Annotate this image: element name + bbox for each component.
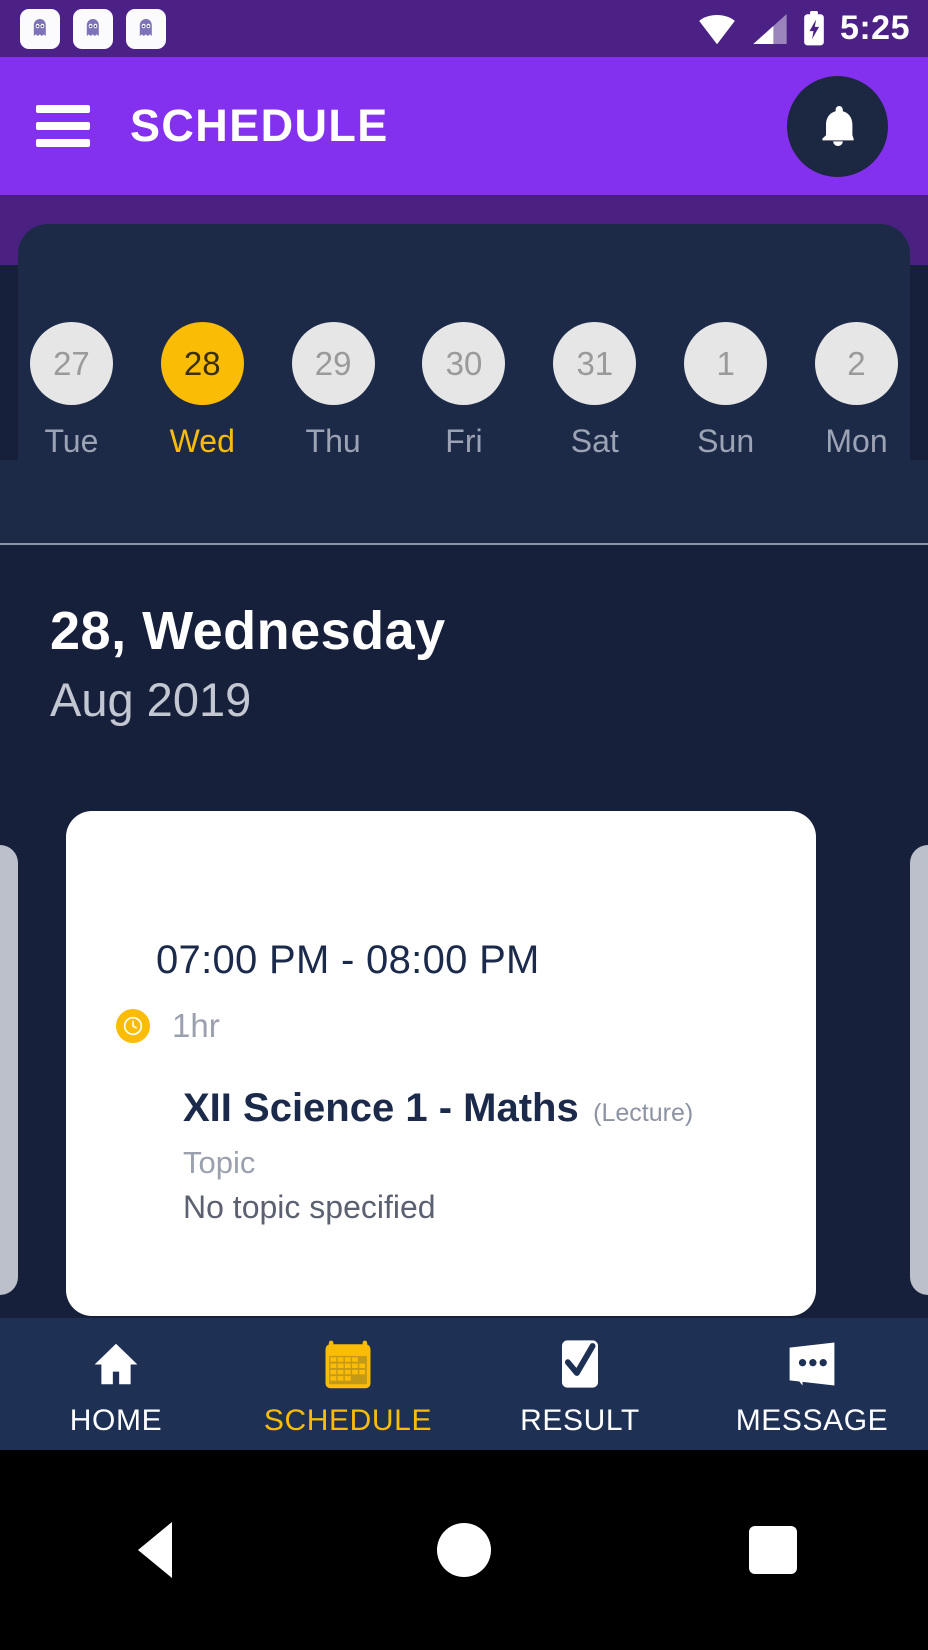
calendar-day-number: 30 <box>422 322 506 405</box>
recents-square-icon[interactable] <box>713 1505 833 1595</box>
calendar-day-weekday: Thu <box>305 423 361 459</box>
calendar-day-weekday: Fri <box>445 423 483 459</box>
event-topic-value: No topic specified <box>183 1189 436 1225</box>
calendar-day-weekday: Sat <box>570 423 619 459</box>
hamburger-menu-icon[interactable] <box>36 96 90 156</box>
next-event-card-peek[interactable] <box>910 845 928 1295</box>
nav-item-schedule[interactable]: SCHEDULE <box>232 1318 464 1450</box>
app-ghost-icon <box>73 8 113 49</box>
event-duration-row: 1hr <box>116 1007 220 1045</box>
nav-label-result: RESULT <box>520 1404 640 1437</box>
calendar-strip-panel-extension <box>0 460 928 544</box>
calendar-day-item[interactable]: 1 Sun <box>666 322 786 460</box>
home-icon <box>89 1336 143 1392</box>
app-ghost-icon <box>126 8 166 49</box>
clock-icon <box>116 1009 150 1043</box>
calendar-day-weekday: Mon <box>825 423 888 459</box>
calendar-icon <box>323 1336 373 1392</box>
status-indicators: 5:25 <box>696 9 910 48</box>
android-navigation-bar <box>0 1450 928 1650</box>
notification-button[interactable] <box>787 75 888 177</box>
calendar-day-number: 31 <box>553 322 637 405</box>
previous-event-card-peek[interactable] <box>0 845 18 1295</box>
cellular-signal-icon <box>753 13 787 44</box>
event-time-range: 07:00 PM - 08:00 PM <box>156 938 540 982</box>
app-ghost-icon <box>20 8 60 49</box>
battery-charging-icon <box>804 10 824 45</box>
bell-icon <box>821 106 854 146</box>
event-kind: (Lecture) <box>593 1099 694 1127</box>
calendar-day-item[interactable]: 31 Sat <box>535 322 655 460</box>
status-bar: 5:25 <box>0 0 928 57</box>
calendar-day-number: 1 <box>684 322 768 405</box>
event-topic-label: Topic <box>183 1145 256 1180</box>
event-title-row: XII Science 1 - Maths (Lecture) <box>183 1086 693 1131</box>
wifi-icon <box>699 14 735 44</box>
calendar-day-list[interactable]: 27 Tue 28 Wed 29 Thu 30 Fri 31 Sat 1 Sun… <box>0 322 928 460</box>
calendar-day-number: 27 <box>29 322 113 405</box>
event-details: XII Science 1 - Maths (Lecture) Topic No… <box>183 1086 693 1226</box>
calendar-day-weekday: Wed <box>169 423 235 459</box>
calendar-day-number: 28 <box>160 322 244 405</box>
back-triangle-icon[interactable] <box>95 1505 215 1595</box>
calendar-day-number: 29 <box>291 322 375 405</box>
calendar-day-item[interactable]: 27 Tue <box>11 322 131 460</box>
selected-date-secondary: Aug 2019 <box>50 673 252 726</box>
nav-label-schedule: SCHEDULE <box>263 1404 433 1437</box>
status-notification-icons <box>20 8 166 49</box>
home-circle-icon[interactable] <box>404 1505 524 1595</box>
event-duration: 1hr <box>172 1007 220 1044</box>
page-title: SCHEDULE <box>130 100 389 151</box>
app-bar: SCHEDULE <box>0 57 928 195</box>
selected-date-primary: 28, Wednesday <box>50 601 446 661</box>
app-screen: 5:25 SCHEDULE 27 Tue 28 Wed 29 Thu 30 Fr… <box>0 0 928 1650</box>
calendar-day-item[interactable]: 29 Thu <box>273 322 393 460</box>
calendar-day-number: 2 <box>814 322 898 405</box>
message-icon <box>784 1336 840 1392</box>
bottom-navigation: HOME SCHEDULE RESULT MESSAGE <box>0 1318 928 1450</box>
calendar-day-weekday: Tue <box>44 423 99 459</box>
nav-item-home[interactable]: HOME <box>0 1318 232 1450</box>
status-clock: 5:25 <box>839 9 910 47</box>
calendar-day-item[interactable]: 30 Fri <box>404 322 524 460</box>
calendar-divider <box>0 543 928 545</box>
result-icon <box>556 1336 604 1392</box>
nav-label-home: HOME <box>69 1404 163 1437</box>
calendar-day-item-selected[interactable]: 28 Wed <box>142 322 262 460</box>
selected-date-header: 28, Wednesday Aug 2019 <box>50 600 446 727</box>
nav-item-message[interactable]: MESSAGE <box>696 1318 928 1450</box>
calendar-day-weekday: Sun <box>697 423 755 459</box>
event-card[interactable]: 07:00 PM - 08:00 PM 1hr XII Science 1 - … <box>66 811 816 1316</box>
event-title: XII Science 1 - Maths <box>183 1086 579 1130</box>
nav-item-result[interactable]: RESULT <box>464 1318 696 1450</box>
calendar-day-item[interactable]: 2 Mon <box>796 322 916 460</box>
nav-label-message: MESSAGE <box>735 1404 889 1437</box>
